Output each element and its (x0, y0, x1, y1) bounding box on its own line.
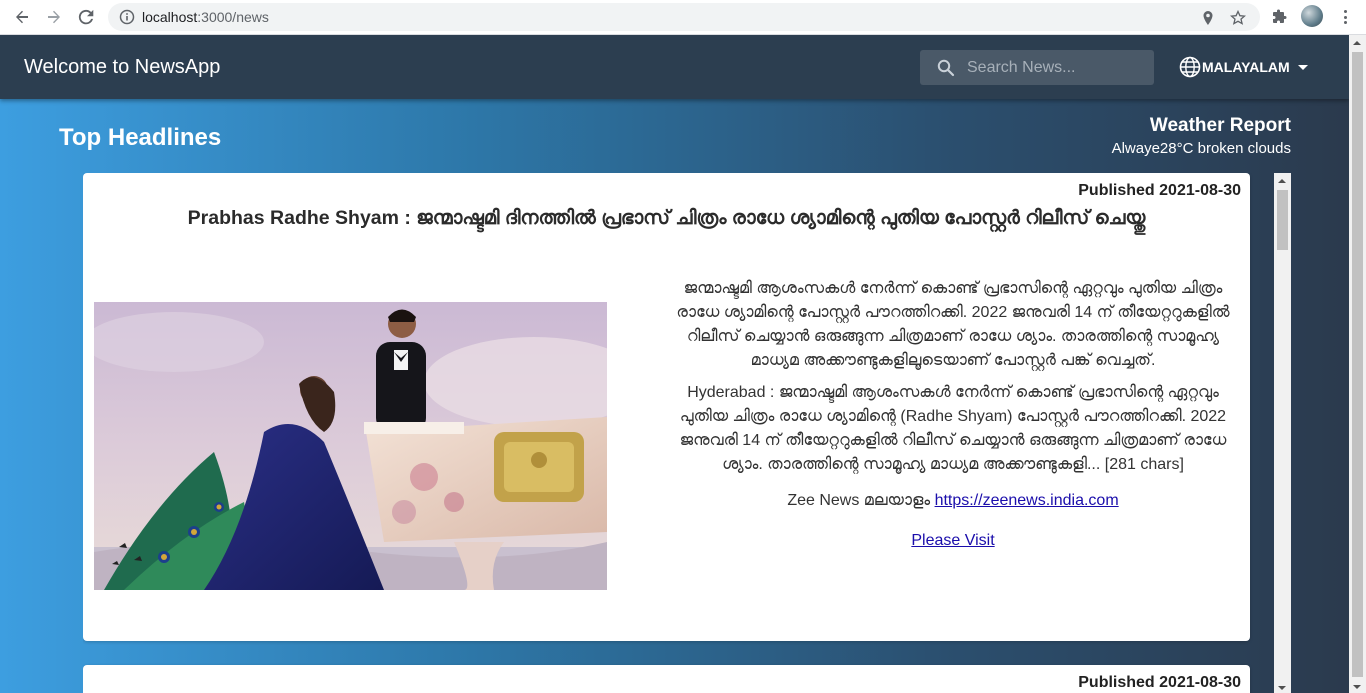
article-description: ജന്മാഷ്ടമി ആശംസകൾ നേർന്ന് കൊണ്ട് പ്രഭാസി… (676, 280, 1230, 369)
visit-row: Please Visit (668, 529, 1238, 553)
published-date: Published 2021-08-30 (1078, 182, 1241, 199)
scroll-up-arrow[interactable] (1278, 179, 1286, 183)
app-root: Welcome to NewsApp MALAYALAM Top Headlin… (0, 35, 1349, 693)
source-name: Zee News മലയാളം (787, 492, 931, 509)
address-bar[interactable]: localhost:3000/news (108, 3, 1260, 31)
search-input[interactable] (967, 50, 1147, 85)
article-body: ജന്മാഷ്ടമി ആശംസകൾ നേർന്ന് കൊണ്ട് പ്രഭാസി… (668, 277, 1238, 561)
article-title: Prabhas Radhe Shyam : ജന്മാഷ്ടമി ദിനത്തി… (187, 207, 1146, 229)
please-visit-link[interactable]: Please Visit (911, 532, 994, 549)
brand-title[interactable]: Welcome to NewsApp (24, 56, 220, 79)
globe-icon (1179, 56, 1201, 78)
article-image (94, 302, 607, 590)
page-heading: Top Headlines (59, 124, 222, 151)
language-label: MALAYALAM (1202, 59, 1290, 75)
scrollbar-thumb[interactable] (1277, 190, 1288, 250)
back-icon[interactable] (9, 4, 35, 30)
scroll-up-arrow[interactable] (1353, 41, 1361, 45)
language-dropdown[interactable]: MALAYALAM (1179, 56, 1308, 78)
news-card: Published 2021-08-30 Prabhas Radhe Shyam… (83, 173, 1250, 641)
url-text: localhost:3000/news (142, 9, 269, 25)
search-icon (937, 59, 955, 77)
menu-icon[interactable] (1339, 8, 1351, 26)
forward-icon[interactable] (41, 4, 67, 30)
scrollbar-thumb[interactable] (1352, 52, 1363, 677)
page-scrollbar[interactable] (1349, 35, 1366, 693)
news-list[interactable]: Published 2021-08-30 Prabhas Radhe Shyam… (83, 173, 1292, 693)
news-list-scrollbar[interactable] (1274, 173, 1291, 693)
star-icon[interactable] (1230, 10, 1246, 26)
published-date: Published 2021-08-30 (1078, 674, 1241, 691)
source-link[interactable]: https://zeenews.india.com (935, 492, 1119, 509)
weather-body: Alwaye28°C broken clouds (1111, 140, 1291, 157)
search-box[interactable] (920, 50, 1154, 85)
article-source: Zee News മലയാളം https://zeenews.india.co… (668, 489, 1238, 513)
info-icon[interactable] (119, 9, 135, 25)
caret-down-icon (1297, 64, 1308, 70)
weather-title: Weather Report (1149, 115, 1291, 136)
navbar: Welcome to NewsApp MALAYALAM (0, 35, 1349, 99)
scroll-down-arrow[interactable] (1353, 685, 1361, 689)
news-card: Published 2021-08-30 (83, 665, 1250, 693)
extensions-icon[interactable] (1271, 8, 1289, 26)
article-content: Hyderabad : ജന്മാഷ്ടമി ആശംസകൾ നേർന്ന് കൊ… (679, 384, 1227, 473)
location-icon[interactable] (1200, 10, 1216, 26)
reload-icon[interactable] (73, 4, 99, 30)
scroll-down-arrow[interactable] (1278, 686, 1286, 690)
browser-toolbar: localhost:3000/news (0, 0, 1366, 35)
weather-report: Weather Report Alwaye28°C broken clouds (1112, 115, 1291, 157)
profile-avatar[interactable] (1301, 5, 1323, 27)
